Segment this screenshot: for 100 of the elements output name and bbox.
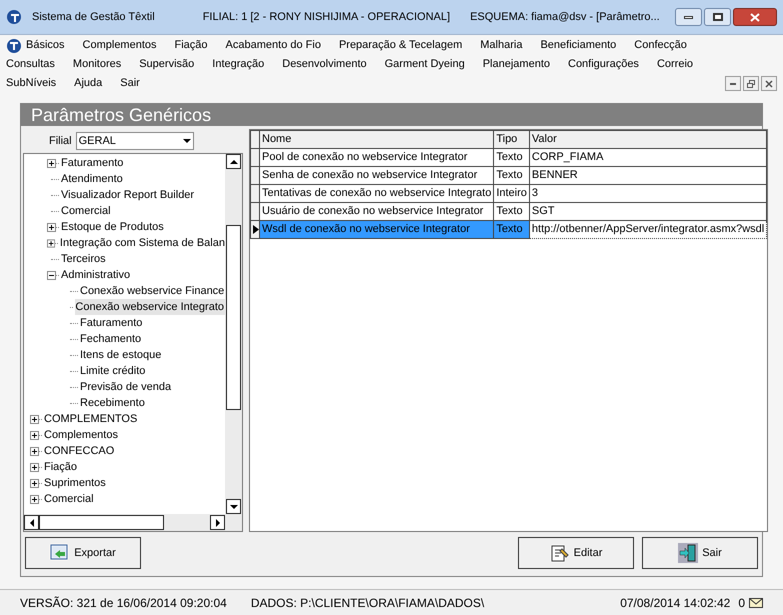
tree-item[interactable]: Previsão de venda <box>80 378 172 396</box>
tree-item[interactable]: Conexão webservice Finance <box>80 282 224 300</box>
tree-item[interactable]: Terceiros <box>61 250 106 268</box>
dropdown-arrow-icon <box>182 139 191 143</box>
expand-icon[interactable] <box>47 238 56 248</box>
tree-item[interactable]: Atendimento <box>61 170 123 188</box>
edit-icon <box>550 543 570 563</box>
minimize-button[interactable] <box>675 8 702 26</box>
menu-item[interactable]: Planejamento <box>482 56 550 73</box>
menu-item[interactable]: Confecção <box>634 37 687 54</box>
tree-item[interactable]: Visualizador Report Builder <box>61 186 194 204</box>
table-cell: SGT <box>529 202 767 220</box>
tree-item[interactable]: COMPLEMENTOS <box>44 410 138 428</box>
column-header[interactable]: Tipo <box>494 130 530 148</box>
table-cell: Pool de conexão no webservice Integrator <box>260 148 494 166</box>
tree-item[interactable]: Complementos <box>44 426 118 444</box>
scroll-right-icon <box>216 518 220 526</box>
version-text: VERSÃO: 321 de 16/06/2014 09:20:04 <box>20 594 227 612</box>
mail-count: 0 <box>738 594 745 612</box>
tree-item[interactable]: Comercial <box>61 202 111 220</box>
expand-icon[interactable] <box>30 462 39 472</box>
expand-icon[interactable] <box>30 430 39 440</box>
tree-item[interactable]: CONFECCAO <box>44 442 114 460</box>
tree-item[interactable]: Itens de estoque <box>80 346 162 364</box>
menu-item[interactable]: Configurações <box>568 56 639 73</box>
menu-item[interactable]: Desenvolvimento <box>282 56 367 73</box>
tree-item[interactable]: Faturamento <box>61 154 124 172</box>
menu-item[interactable]: Básicos <box>26 37 65 54</box>
tree-item[interactable]: Limite crédito <box>80 362 146 380</box>
app-logo-icon[interactable] <box>6 38 22 54</box>
close-icon <box>765 80 773 88</box>
child-title: Parâmetros Genéricos <box>31 104 212 126</box>
filial-info: FILIAL: 1 [2 - RONY NISHIJIMA - OPERACIONAL] <box>202 10 450 25</box>
menu-item[interactable]: Integração <box>212 56 264 73</box>
maximize-button[interactable] <box>704 8 731 26</box>
menu-item[interactable]: Monitores <box>72 56 122 73</box>
menu-item[interactable]: SubNíveis <box>6 75 56 92</box>
menu-item[interactable]: Complementos <box>82 37 157 54</box>
tree-item[interactable]: Conexão webservice Integrato <box>75 298 225 316</box>
close-button[interactable] <box>733 8 777 26</box>
tree-item[interactable]: Fechamento <box>80 330 142 348</box>
scroll-left-icon <box>30 518 34 526</box>
child-minimize-button[interactable] <box>725 76 741 91</box>
close-icon <box>750 12 760 22</box>
tree-item[interactable]: Estoque de Produtos <box>61 218 164 236</box>
column-header[interactable]: Valor <box>529 130 767 148</box>
action-button[interactable]: Exportar <box>25 537 141 569</box>
table-cell: Senha de conexão no webservice Integrator <box>260 166 494 184</box>
tree-item[interactable]: Suprimentos <box>44 474 106 492</box>
horizontal-scrollbar[interactable] <box>24 514 242 531</box>
column-header[interactable]: Nome <box>260 130 494 148</box>
table-cell: Texto <box>494 148 530 166</box>
expand-icon[interactable] <box>30 414 39 424</box>
menu-item[interactable]: Preparação & Tecelagem <box>338 37 462 54</box>
collapse-icon[interactable] <box>47 270 56 280</box>
expand-icon[interactable] <box>47 222 56 232</box>
schema-info: ESQUEMA: fiama@dsv - [Parâmetro... <box>470 10 660 25</box>
menu-item[interactable]: Supervisão <box>139 56 194 73</box>
table-cell: Wsdl de conexão no webservice Integrator <box>260 220 494 238</box>
tree-item[interactable]: Administrativo <box>61 266 130 284</box>
app-logo-icon <box>6 9 24 25</box>
expand-icon[interactable] <box>30 494 39 504</box>
action-button[interactable]: Sair <box>642 537 758 569</box>
action-button[interactable]: Editar <box>518 537 634 569</box>
child-restore-button[interactable] <box>743 76 759 91</box>
table-cell: BENNER <box>529 166 767 184</box>
minimize-icon <box>729 82 737 84</box>
table-cell: Texto <box>494 166 530 184</box>
vertical-scrollbar[interactable] <box>225 154 242 514</box>
expand-icon[interactable] <box>30 478 39 488</box>
menu-item[interactable]: Beneficiamento <box>540 37 616 54</box>
tree-item[interactable]: Comercial <box>44 490 94 508</box>
tree-item[interactable]: Integração com Sistema de Balan <box>60 234 225 252</box>
datetime-text: 07/08/2014 14:02:42 <box>620 594 730 612</box>
mail-icon <box>749 598 763 608</box>
table-cell: Usuário de conexão no webservice Integrator <box>260 202 494 220</box>
scroll-up-icon <box>230 160 238 164</box>
filial-dropdown[interactable]: GERAL <box>76 132 194 150</box>
table-cell: Tentativas de conexão no webservice Integrato <box>260 184 494 202</box>
tree-item[interactable]: Fiação <box>44 458 78 476</box>
menu-item[interactable]: Garment Dyeing <box>384 56 465 73</box>
tree-item[interactable]: Recebimento <box>80 394 145 412</box>
menu-item[interactable]: Consultas <box>6 56 55 73</box>
table-cell: http://otbenner/AppServer/integrator.asmx?wsdl <box>529 220 767 238</box>
menu-item[interactable]: Malharia <box>480 37 522 54</box>
table-cell: 3 <box>529 184 767 202</box>
expand-icon[interactable] <box>30 446 39 456</box>
menu-item[interactable]: Sair <box>120 75 140 92</box>
menu-item[interactable]: Ajuda <box>74 75 102 92</box>
expand-icon[interactable] <box>47 158 56 168</box>
table-cell: CORP_FIAMA <box>529 148 767 166</box>
menu-item[interactable]: Acabamento do Fio <box>226 37 321 54</box>
menu-item[interactable]: Correio <box>656 56 694 73</box>
exit-door-icon <box>678 543 698 563</box>
child-close-button[interactable] <box>761 76 777 91</box>
tree-item[interactable]: Faturamento <box>80 314 142 332</box>
table-cell: Inteiro <box>494 184 530 202</box>
menu-item[interactable]: Fiação <box>174 37 208 54</box>
filial-label: Filial <box>49 134 72 149</box>
table-cell: Texto <box>494 220 530 238</box>
